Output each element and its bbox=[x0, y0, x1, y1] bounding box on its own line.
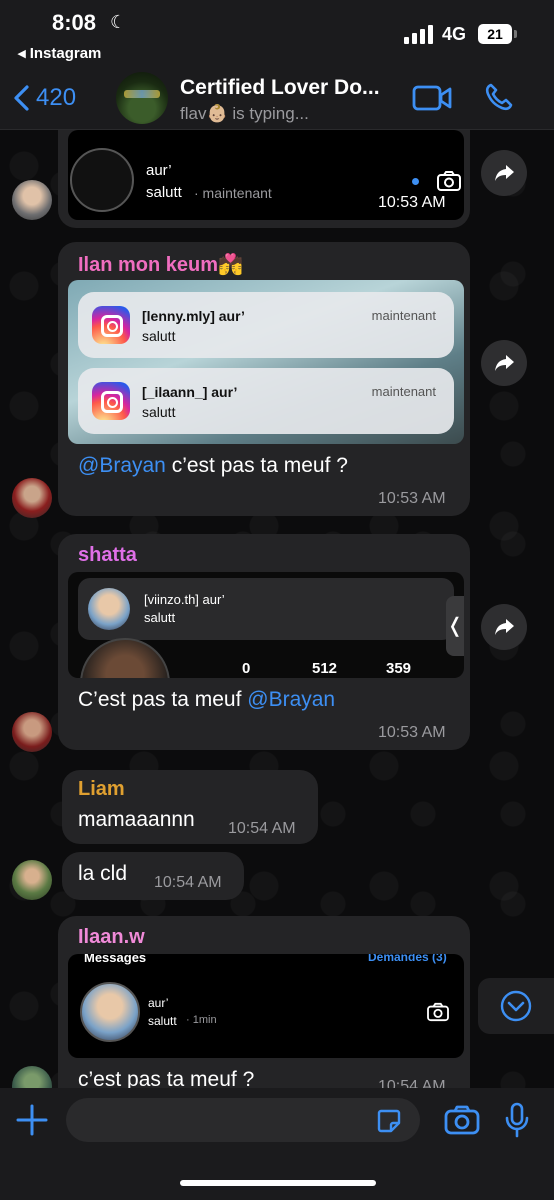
group-avatar[interactable] bbox=[116, 72, 168, 124]
message-time: 10:54 AM bbox=[154, 874, 222, 891]
message-time: 10:53 AM bbox=[378, 194, 446, 211]
microphone-icon[interactable] bbox=[504, 1102, 530, 1138]
network-type: 4G bbox=[442, 24, 467, 44]
sender-avatar[interactable] bbox=[12, 712, 52, 752]
message-time: 10:53 AM bbox=[378, 724, 446, 741]
sender-avatar[interactable] bbox=[12, 180, 52, 220]
forward-button[interactable] bbox=[481, 604, 527, 650]
profile-avatar bbox=[80, 638, 170, 678]
stat-posts: 0 bbox=[242, 660, 251, 677]
shot-sub: salutt bbox=[148, 1014, 177, 1028]
forward-button[interactable] bbox=[481, 150, 527, 196]
profile-avatar bbox=[80, 982, 140, 1042]
phone-call-icon[interactable] bbox=[484, 82, 514, 112]
chat-title[interactable]: Certified Lover Do... bbox=[180, 76, 398, 100]
shot-sub-time: · maintenant bbox=[194, 185, 272, 201]
shot-header-right: Demandes (3) bbox=[368, 954, 447, 964]
notification-card: [_ilaann_] aur’ salutt maintenant bbox=[78, 368, 454, 434]
scroll-to-bottom-button[interactable] bbox=[478, 978, 554, 1034]
sender-avatar[interactable] bbox=[12, 860, 52, 900]
embedded-screenshot[interactable]: [lenny.mly] aur’ salutt maintenant [_ila… bbox=[68, 280, 464, 444]
shot-label: aur’ bbox=[146, 162, 172, 179]
message-body: C’est pas ta meuf bbox=[78, 688, 248, 711]
message-body: c’est pas ta meuf ? bbox=[165, 454, 348, 477]
shot-sub-time: · 1min bbox=[186, 1014, 217, 1026]
sender-avatar[interactable] bbox=[12, 478, 52, 518]
unread-dot bbox=[412, 178, 419, 185]
profile-avatar bbox=[88, 588, 130, 630]
instagram-icon bbox=[92, 306, 130, 344]
story-avatar bbox=[70, 148, 134, 212]
chat-area[interactable]: aur’ salutt · maintenant 10:53 AM Ilan m… bbox=[0, 130, 554, 1088]
back-button[interactable]: 420 bbox=[12, 82, 76, 114]
shot-label: [viinzo.th] aur’ bbox=[144, 592, 225, 607]
message-text: mamaaannn bbox=[78, 808, 195, 831]
home-indicator[interactable] bbox=[180, 1180, 376, 1186]
mention-link[interactable]: @Brayan bbox=[78, 454, 166, 477]
shot-label: aur’ bbox=[148, 996, 169, 1010]
message-input[interactable] bbox=[66, 1098, 420, 1142]
sender-name[interactable]: Ilaan.w bbox=[78, 926, 145, 949]
shot-sub: salutt bbox=[146, 184, 182, 201]
battery-tip bbox=[514, 30, 517, 38]
notification-body: salutt bbox=[142, 404, 176, 420]
typing-indicator: flav👶🏼 is typing... bbox=[180, 104, 309, 123]
unread-count: 420 bbox=[36, 84, 77, 111]
forward-icon bbox=[495, 619, 514, 635]
stat-followers: 512 bbox=[312, 660, 338, 677]
video-call-icon[interactable] bbox=[412, 84, 452, 112]
camera-icon[interactable] bbox=[444, 1104, 480, 1136]
sender-avatar[interactable] bbox=[12, 1066, 52, 1088]
message-time: 10:53 AM bbox=[378, 490, 446, 507]
message-text: la cld bbox=[78, 862, 128, 885]
chat-header: 420 Certified Lover Do... flav👶🏼 is typi… bbox=[0, 66, 554, 130]
notification-time: maintenant bbox=[371, 384, 436, 399]
notification-title: [_ilaann_] aur’ bbox=[142, 384, 238, 400]
stat-following: 359 bbox=[386, 660, 412, 677]
chevron-left-icon bbox=[14, 85, 29, 111]
forward-icon bbox=[495, 355, 514, 371]
message-text: C’est pas ta meuf @Brayan bbox=[78, 688, 335, 712]
status-bar: 8:08 ☾ ◂ Instagram 4G 21 bbox=[0, 0, 554, 66]
notification-body: salutt bbox=[142, 328, 176, 344]
camera-icon bbox=[427, 1002, 449, 1022]
sender-name[interactable]: Ilan mon keum💏 bbox=[78, 252, 243, 277]
sticker-icon[interactable] bbox=[376, 1108, 402, 1134]
battery-icon: 21 bbox=[478, 24, 512, 44]
message-text: @Brayan c’est pas ta meuf ? bbox=[78, 454, 348, 478]
shot-header-left: Messages bbox=[84, 954, 147, 965]
plus-icon[interactable] bbox=[14, 1102, 50, 1138]
instagram-icon bbox=[92, 382, 130, 420]
shot-sub: salutt bbox=[144, 610, 176, 625]
camera-icon bbox=[437, 171, 461, 191]
embedded-screenshot[interactable]: [viinzo.th] aur’ salutt 0 512 359 bbox=[68, 572, 464, 678]
side-handle[interactable]: ❬ bbox=[446, 596, 464, 656]
sender-name[interactable]: Liam bbox=[78, 778, 125, 801]
status-time: 8:08 bbox=[52, 10, 97, 35]
forward-button[interactable] bbox=[481, 340, 527, 386]
notification-card: [viinzo.th] aur’ salutt bbox=[78, 578, 454, 640]
notification-card: [lenny.mly] aur’ salutt maintenant bbox=[78, 292, 454, 358]
notification-time: maintenant bbox=[371, 308, 436, 323]
message-text: c’est pas ta meuf ? bbox=[78, 1068, 255, 1088]
moon-icon: ☾ bbox=[110, 12, 127, 32]
forward-icon bbox=[495, 165, 514, 181]
chevron-down-circle-icon bbox=[500, 990, 532, 1022]
notification-title: [lenny.mly] aur’ bbox=[142, 308, 245, 324]
message-time: 10:54 AM bbox=[378, 1078, 446, 1088]
mention-link[interactable]: @Brayan bbox=[247, 688, 335, 711]
signal-icon bbox=[404, 22, 434, 44]
message-time: 10:54 AM bbox=[228, 820, 296, 837]
back-to-app-link[interactable]: ◂ Instagram bbox=[18, 44, 101, 62]
sender-name[interactable]: shatta bbox=[78, 544, 137, 567]
embedded-screenshot[interactable]: Messages Demandes (3) aur’ salutt · 1min bbox=[68, 954, 464, 1058]
